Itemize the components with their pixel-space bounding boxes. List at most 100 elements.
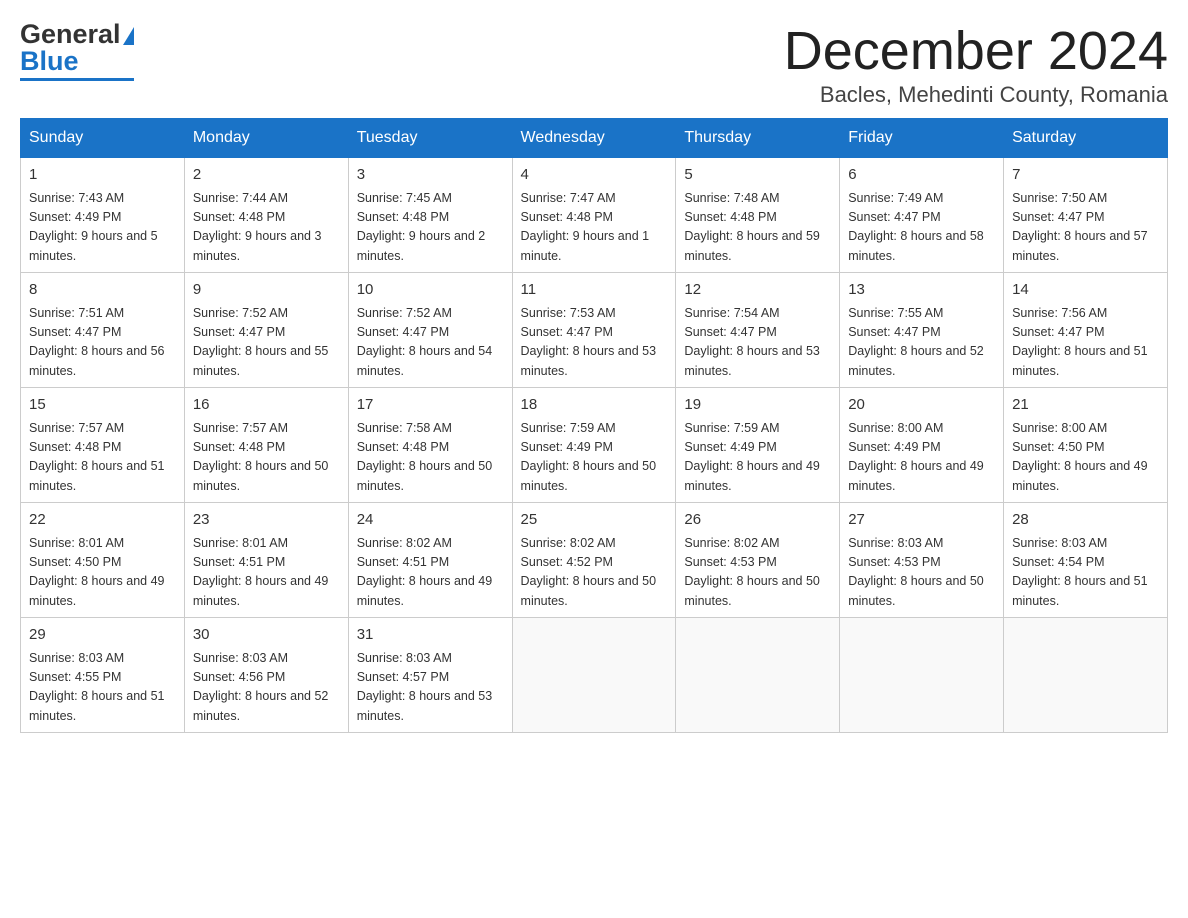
- calendar-day-cell: 23Sunrise: 8:01 AMSunset: 4:51 PMDayligh…: [184, 503, 348, 618]
- day-number: 27: [848, 509, 995, 532]
- day-info: Sunrise: 7:48 AMSunset: 4:48 PMDaylight:…: [684, 189, 831, 267]
- day-number: 1: [29, 164, 176, 187]
- calendar-day-cell: 18Sunrise: 7:59 AMSunset: 4:49 PMDayligh…: [512, 388, 676, 503]
- day-info: Sunrise: 8:01 AMSunset: 4:51 PMDaylight:…: [193, 534, 340, 612]
- day-info: Sunrise: 7:59 AMSunset: 4:49 PMDaylight:…: [684, 419, 831, 497]
- calendar-day-cell: 28Sunrise: 8:03 AMSunset: 4:54 PMDayligh…: [1004, 503, 1168, 618]
- day-number: 24: [357, 509, 504, 532]
- weekday-header-saturday: Saturday: [1004, 119, 1168, 158]
- calendar-day-cell: 10Sunrise: 7:52 AMSunset: 4:47 PMDayligh…: [348, 273, 512, 388]
- location-text: Bacles, Mehedinti County, Romania: [784, 82, 1168, 108]
- weekday-header-tuesday: Tuesday: [348, 119, 512, 158]
- calendar-day-cell: [676, 618, 840, 733]
- day-number: 13: [848, 279, 995, 302]
- logo: General Blue: [20, 20, 134, 81]
- calendar-week-row: 22Sunrise: 8:01 AMSunset: 4:50 PMDayligh…: [21, 503, 1168, 618]
- day-number: 15: [29, 394, 176, 417]
- calendar-day-cell: [1004, 618, 1168, 733]
- calendar-day-cell: 7Sunrise: 7:50 AMSunset: 4:47 PMDaylight…: [1004, 158, 1168, 273]
- calendar-day-cell: [512, 618, 676, 733]
- calendar-day-cell: 11Sunrise: 7:53 AMSunset: 4:47 PMDayligh…: [512, 273, 676, 388]
- calendar-week-row: 15Sunrise: 7:57 AMSunset: 4:48 PMDayligh…: [21, 388, 1168, 503]
- calendar-day-cell: 14Sunrise: 7:56 AMSunset: 4:47 PMDayligh…: [1004, 273, 1168, 388]
- day-number: 2: [193, 164, 340, 187]
- day-info: Sunrise: 8:02 AMSunset: 4:51 PMDaylight:…: [357, 534, 504, 612]
- day-info: Sunrise: 8:01 AMSunset: 4:50 PMDaylight:…: [29, 534, 176, 612]
- day-number: 25: [521, 509, 668, 532]
- day-info: Sunrise: 8:03 AMSunset: 4:55 PMDaylight:…: [29, 649, 176, 727]
- weekday-header-thursday: Thursday: [676, 119, 840, 158]
- calendar-day-cell: 19Sunrise: 7:59 AMSunset: 4:49 PMDayligh…: [676, 388, 840, 503]
- day-info: Sunrise: 7:57 AMSunset: 4:48 PMDaylight:…: [193, 419, 340, 497]
- day-number: 16: [193, 394, 340, 417]
- day-info: Sunrise: 7:58 AMSunset: 4:48 PMDaylight:…: [357, 419, 504, 497]
- day-number: 14: [1012, 279, 1159, 302]
- calendar-day-cell: 5Sunrise: 7:48 AMSunset: 4:48 PMDaylight…: [676, 158, 840, 273]
- calendar-day-cell: 21Sunrise: 8:00 AMSunset: 4:50 PMDayligh…: [1004, 388, 1168, 503]
- day-info: Sunrise: 7:44 AMSunset: 4:48 PMDaylight:…: [193, 189, 340, 267]
- calendar-day-cell: 25Sunrise: 8:02 AMSunset: 4:52 PMDayligh…: [512, 503, 676, 618]
- day-info: Sunrise: 8:00 AMSunset: 4:50 PMDaylight:…: [1012, 419, 1159, 497]
- day-info: Sunrise: 8:00 AMSunset: 4:49 PMDaylight:…: [848, 419, 995, 497]
- day-number: 20: [848, 394, 995, 417]
- day-number: 28: [1012, 509, 1159, 532]
- day-info: Sunrise: 7:56 AMSunset: 4:47 PMDaylight:…: [1012, 304, 1159, 382]
- day-info: Sunrise: 7:52 AMSunset: 4:47 PMDaylight:…: [193, 304, 340, 382]
- weekday-header-monday: Monday: [184, 119, 348, 158]
- calendar-day-cell: 16Sunrise: 7:57 AMSunset: 4:48 PMDayligh…: [184, 388, 348, 503]
- weekday-header-friday: Friday: [840, 119, 1004, 158]
- day-number: 31: [357, 624, 504, 647]
- day-number: 29: [29, 624, 176, 647]
- calendar-day-cell: [840, 618, 1004, 733]
- day-number: 21: [1012, 394, 1159, 417]
- day-info: Sunrise: 7:45 AMSunset: 4:48 PMDaylight:…: [357, 189, 504, 267]
- weekday-header-wednesday: Wednesday: [512, 119, 676, 158]
- day-info: Sunrise: 8:03 AMSunset: 4:54 PMDaylight:…: [1012, 534, 1159, 612]
- title-section: December 2024 Bacles, Mehedinti County, …: [784, 20, 1168, 108]
- day-number: 3: [357, 164, 504, 187]
- day-number: 23: [193, 509, 340, 532]
- day-info: Sunrise: 7:55 AMSunset: 4:47 PMDaylight:…: [848, 304, 995, 382]
- day-info: Sunrise: 7:49 AMSunset: 4:47 PMDaylight:…: [848, 189, 995, 267]
- calendar-day-cell: 22Sunrise: 8:01 AMSunset: 4:50 PMDayligh…: [21, 503, 185, 618]
- calendar-day-cell: 17Sunrise: 7:58 AMSunset: 4:48 PMDayligh…: [348, 388, 512, 503]
- calendar-day-cell: 30Sunrise: 8:03 AMSunset: 4:56 PMDayligh…: [184, 618, 348, 733]
- calendar-day-cell: 6Sunrise: 7:49 AMSunset: 4:47 PMDaylight…: [840, 158, 1004, 273]
- calendar-day-cell: 13Sunrise: 7:55 AMSunset: 4:47 PMDayligh…: [840, 273, 1004, 388]
- day-info: Sunrise: 8:03 AMSunset: 4:57 PMDaylight:…: [357, 649, 504, 727]
- day-number: 11: [521, 279, 668, 302]
- day-number: 9: [193, 279, 340, 302]
- calendar-day-cell: 15Sunrise: 7:57 AMSunset: 4:48 PMDayligh…: [21, 388, 185, 503]
- calendar-day-cell: 26Sunrise: 8:02 AMSunset: 4:53 PMDayligh…: [676, 503, 840, 618]
- calendar-week-row: 1Sunrise: 7:43 AMSunset: 4:49 PMDaylight…: [21, 158, 1168, 273]
- day-number: 10: [357, 279, 504, 302]
- calendar-day-cell: 31Sunrise: 8:03 AMSunset: 4:57 PMDayligh…: [348, 618, 512, 733]
- calendar-day-cell: 24Sunrise: 8:02 AMSunset: 4:51 PMDayligh…: [348, 503, 512, 618]
- day-number: 6: [848, 164, 995, 187]
- day-number: 22: [29, 509, 176, 532]
- calendar-day-cell: 29Sunrise: 8:03 AMSunset: 4:55 PMDayligh…: [21, 618, 185, 733]
- calendar-header-row: SundayMondayTuesdayWednesdayThursdayFrid…: [21, 119, 1168, 158]
- day-info: Sunrise: 7:47 AMSunset: 4:48 PMDaylight:…: [521, 189, 668, 267]
- day-info: Sunrise: 7:57 AMSunset: 4:48 PMDaylight:…: [29, 419, 176, 497]
- calendar-week-row: 8Sunrise: 7:51 AMSunset: 4:47 PMDaylight…: [21, 273, 1168, 388]
- day-info: Sunrise: 7:59 AMSunset: 4:49 PMDaylight:…: [521, 419, 668, 497]
- day-number: 30: [193, 624, 340, 647]
- calendar-day-cell: 2Sunrise: 7:44 AMSunset: 4:48 PMDaylight…: [184, 158, 348, 273]
- day-number: 12: [684, 279, 831, 302]
- calendar-day-cell: 27Sunrise: 8:03 AMSunset: 4:53 PMDayligh…: [840, 503, 1004, 618]
- page-header: General Blue December 2024 Bacles, Mehed…: [20, 20, 1168, 108]
- calendar-day-cell: 20Sunrise: 8:00 AMSunset: 4:49 PMDayligh…: [840, 388, 1004, 503]
- day-info: Sunrise: 7:51 AMSunset: 4:47 PMDaylight:…: [29, 304, 176, 382]
- day-info: Sunrise: 7:43 AMSunset: 4:49 PMDaylight:…: [29, 189, 176, 267]
- weekday-header-sunday: Sunday: [21, 119, 185, 158]
- calendar-day-cell: 1Sunrise: 7:43 AMSunset: 4:49 PMDaylight…: [21, 158, 185, 273]
- calendar-day-cell: 9Sunrise: 7:52 AMSunset: 4:47 PMDaylight…: [184, 273, 348, 388]
- calendar-week-row: 29Sunrise: 8:03 AMSunset: 4:55 PMDayligh…: [21, 618, 1168, 733]
- day-number: 18: [521, 394, 668, 417]
- calendar-day-cell: 4Sunrise: 7:47 AMSunset: 4:48 PMDaylight…: [512, 158, 676, 273]
- day-info: Sunrise: 7:50 AMSunset: 4:47 PMDaylight:…: [1012, 189, 1159, 267]
- day-info: Sunrise: 8:03 AMSunset: 4:56 PMDaylight:…: [193, 649, 340, 727]
- calendar-table: SundayMondayTuesdayWednesdayThursdayFrid…: [20, 118, 1168, 733]
- day-number: 7: [1012, 164, 1159, 187]
